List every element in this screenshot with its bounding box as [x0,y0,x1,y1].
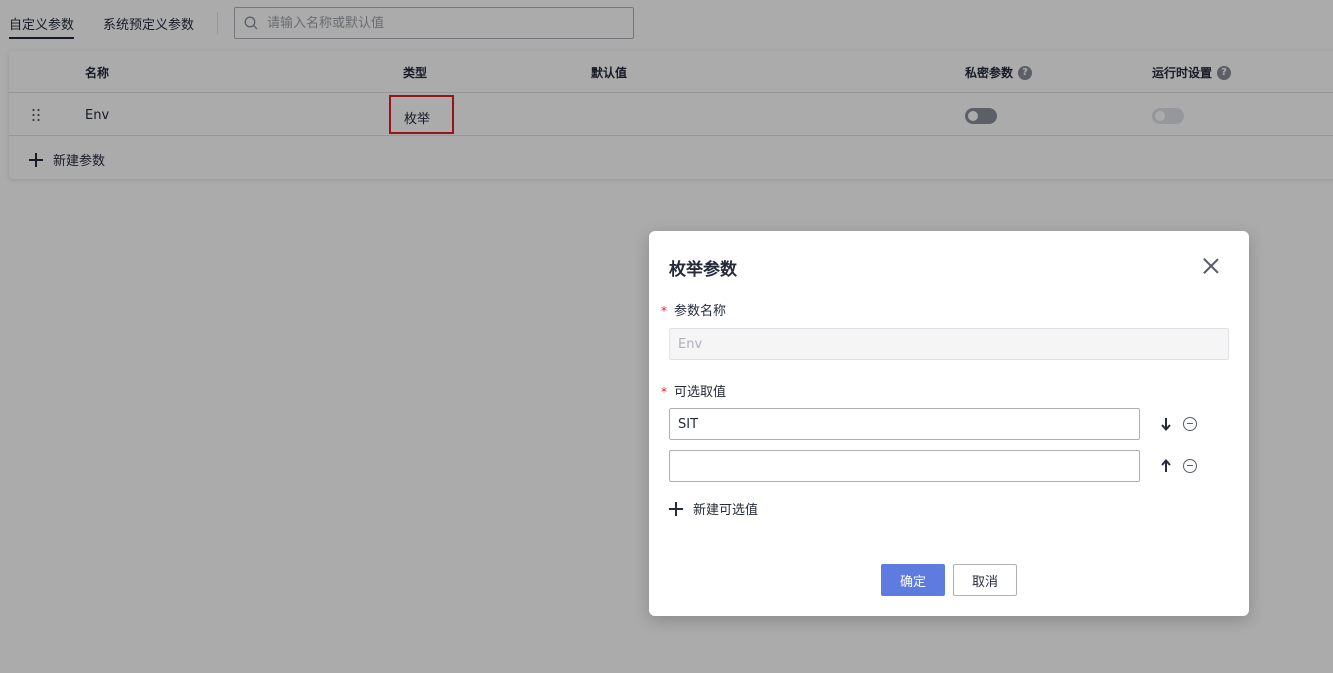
param-name-input[interactable] [669,328,1229,360]
plus-icon [669,501,683,516]
options-label-text: 可选取值 [674,385,727,400]
add-option-label: 新建可选值 [693,503,759,518]
arrow-up-icon[interactable] [1158,458,1174,474]
remove-option-icon[interactable] [1183,459,1197,473]
options-label: * 可选取值 [661,381,726,400]
required-mark: * [661,304,667,318]
enum-param-dialog: 枚举参数 * 参数名称 * 可选取值 新建可选值 确定 取消 [649,231,1249,616]
remove-option-icon[interactable] [1183,417,1197,431]
required-mark: * [661,385,667,399]
cancel-button[interactable]: 取消 [953,564,1017,596]
option-input[interactable] [669,450,1140,482]
arrow-down-icon[interactable] [1158,416,1174,432]
dialog-title: 枚举参数 [669,260,737,280]
param-name-label: * 参数名称 [661,300,726,319]
option-input[interactable] [669,408,1140,440]
confirm-button[interactable]: 确定 [881,564,945,596]
close-icon[interactable] [1202,257,1220,275]
param-name-label-text: 参数名称 [674,304,727,319]
add-option-button[interactable]: 新建可选值 [669,499,758,518]
